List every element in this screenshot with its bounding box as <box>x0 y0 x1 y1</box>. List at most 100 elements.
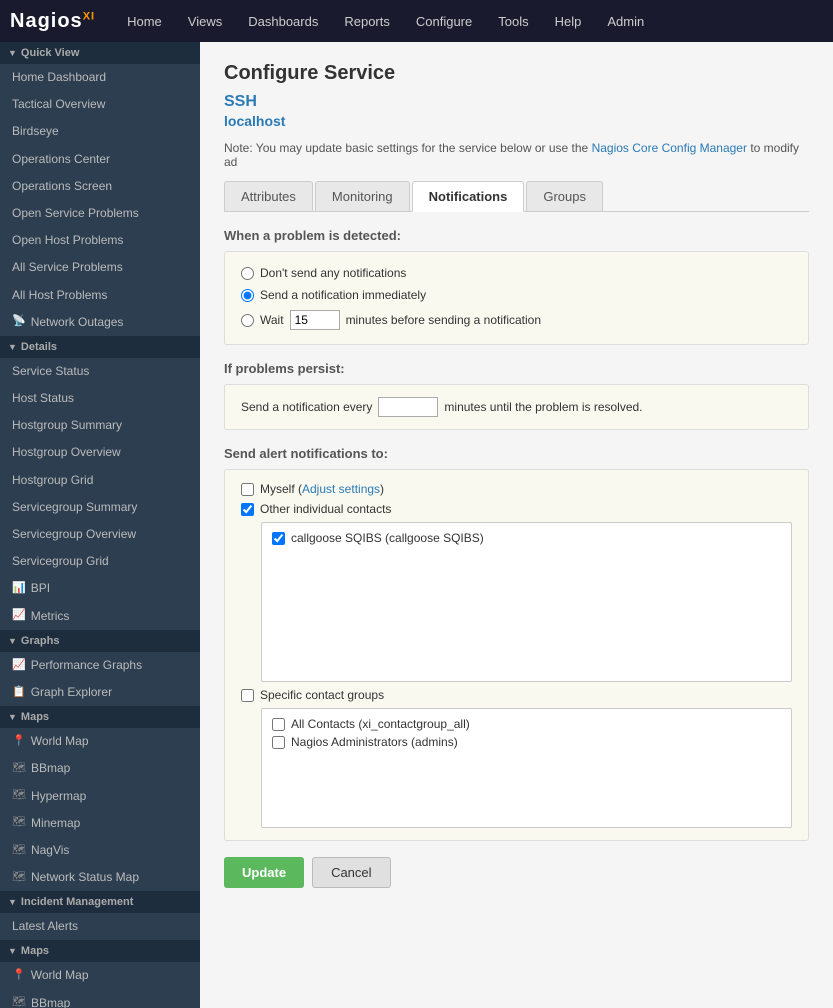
sidebar-item-metrics[interactable]: 📈Metrics <box>0 603 200 630</box>
maps2-section[interactable]: ▼ Maps <box>0 940 200 962</box>
sidebar-label: Host Status <box>12 389 74 408</box>
maps2-arrow: ▼ <box>8 946 17 956</box>
sidebar-item-hostgroup-summary[interactable]: Hostgroup Summary <box>0 412 200 439</box>
config-manager-link[interactable]: Nagios Core Config Manager <box>592 141 747 155</box>
adjust-settings-link[interactable]: Adjust settings <box>302 482 380 496</box>
sidebar-item-servicegroup-grid[interactable]: Servicegroup Grid <box>0 548 200 575</box>
sidebar-label: Network Outages <box>31 313 124 332</box>
tabs: Attributes Monitoring Notifications Grou… <box>224 181 809 212</box>
radio-dont-send[interactable] <box>241 267 254 280</box>
sidebar-item-network-outages[interactable]: 📡 Network Outages <box>0 309 200 336</box>
cancel-button[interactable]: Cancel <box>312 857 390 888</box>
sidebar-label: Servicegroup Grid <box>12 552 109 571</box>
top-navigation: NagiosXI Home Views Dashboards Reports C… <box>0 0 833 42</box>
sidebar-item-bpi[interactable]: 📊BPI <box>0 575 200 602</box>
sidebar-label: Home Dashboard <box>12 68 106 87</box>
sidebar-label: World Map <box>31 732 89 751</box>
sidebar-item-all-service[interactable]: All Service Problems <box>0 254 200 281</box>
specific-groups-label: Specific contact groups <box>260 688 384 702</box>
checkbox-nagios-admins[interactable] <box>272 736 285 749</box>
nav-reports[interactable]: Reports <box>332 8 402 35</box>
checkbox-all-contacts[interactable] <box>272 718 285 731</box>
radio-wait[interactable] <box>241 314 254 327</box>
radio-row-dont-send: Don't send any notifications <box>241 266 792 280</box>
nav-admin[interactable]: Admin <box>595 8 656 35</box>
problem-section-label: When a problem is detected: <box>224 228 809 243</box>
nav-configure[interactable]: Configure <box>404 8 484 35</box>
checkbox-callgoose[interactable] <box>272 532 285 545</box>
sidebar-item-tactical-overview[interactable]: Tactical Overview <box>0 91 200 118</box>
logo-text: Nagios <box>10 10 83 32</box>
network-outages-icon: 📡 <box>12 313 26 331</box>
sidebar-item-birdseye[interactable]: Birdseye <box>0 118 200 145</box>
nagvis-icon: 🗺 <box>12 842 26 860</box>
sidebar-item-network-status-map[interactable]: 🗺Network Status Map <box>0 864 200 891</box>
sidebar-item-host-status[interactable]: Host Status <box>0 385 200 412</box>
sidebar-item-operations-screen[interactable]: Operations Screen <box>0 173 200 200</box>
sidebar-item-open-service[interactable]: Open Service Problems <box>0 200 200 227</box>
host-name: localhost <box>224 113 809 129</box>
main-content: Configure Service SSH localhost Note: Yo… <box>200 42 833 1008</box>
sidebar-label: BBmap <box>31 759 70 778</box>
graph-explorer-icon: 📋 <box>12 684 26 702</box>
persist-minutes-input[interactable] <box>378 397 438 417</box>
myself-suffix: ) <box>380 482 384 496</box>
sidebar-label: Birdseye <box>12 122 59 141</box>
maps-arrow: ▼ <box>8 712 17 722</box>
sidebar-label: Operations Screen <box>12 177 112 196</box>
nav-tools[interactable]: Tools <box>486 8 540 35</box>
details-section[interactable]: ▼ Details <box>0 336 200 358</box>
sidebar-item-bbmap2[interactable]: 🗺BBmap <box>0 990 200 1008</box>
sidebar-item-servicegroup-summary[interactable]: Servicegroup Summary <box>0 494 200 521</box>
maps-section[interactable]: ▼ Maps <box>0 706 200 728</box>
radio-row-wait: Wait minutes before sending a notificati… <box>241 310 792 330</box>
nav-home[interactable]: Home <box>115 8 174 35</box>
sidebar-item-servicegroup-overview[interactable]: Servicegroup Overview <box>0 521 200 548</box>
radio-immediately-label: Send a notification immediately <box>260 288 426 302</box>
sidebar-item-minemap[interactable]: 🗺Minemap <box>0 810 200 837</box>
sidebar-label: Network Status Map <box>31 868 139 887</box>
wait-minutes-input[interactable] <box>290 310 340 330</box>
quickview-section[interactable]: ▼ Quick View <box>0 42 200 64</box>
tab-monitoring[interactable]: Monitoring <box>315 181 410 211</box>
nav-dashboards[interactable]: Dashboards <box>236 8 330 35</box>
sidebar-label: Servicegroup Overview <box>12 525 136 544</box>
checkbox-other-contacts[interactable] <box>241 503 254 516</box>
sidebar-item-graph-explorer[interactable]: 📋Graph Explorer <box>0 679 200 706</box>
checkbox-row-groups: Specific contact groups <box>241 688 792 702</box>
sidebar-item-operations-center[interactable]: Operations Center <box>0 146 200 173</box>
sidebar-item-world-map2[interactable]: 📍World Map <box>0 962 200 989</box>
sidebar-item-hostgroup-grid[interactable]: Hostgroup Grid <box>0 467 200 494</box>
sidebar-label: BBmap <box>31 994 70 1008</box>
sidebar-item-world-map[interactable]: 📍 World Map <box>0 728 200 755</box>
sidebar-item-all-host[interactable]: All Host Problems <box>0 282 200 309</box>
tab-notifications[interactable]: Notifications <box>412 181 525 212</box>
myself-text: Myself ( <box>260 482 302 496</box>
radio-immediately[interactable] <box>241 289 254 302</box>
sidebar-item-nagvis[interactable]: 🗺NagVis <box>0 837 200 864</box>
maps2-label: Maps <box>21 945 49 957</box>
checkbox-myself[interactable] <box>241 483 254 496</box>
sidebar-label: Performance Graphs <box>31 656 142 675</box>
tab-groups[interactable]: Groups <box>526 181 603 211</box>
problem-detected-card: Don't send any notifications Send a noti… <box>224 251 809 345</box>
nav-help[interactable]: Help <box>543 8 594 35</box>
checkbox-specific-groups[interactable] <box>241 689 254 702</box>
sidebar-item-hostgroup-overview[interactable]: Hostgroup Overview <box>0 439 200 466</box>
update-button[interactable]: Update <box>224 857 304 888</box>
sidebar-item-latest-alerts[interactable]: Latest Alerts <box>0 913 200 940</box>
sidebar-item-home-dashboard[interactable]: Home Dashboard <box>0 64 200 91</box>
incident-arrow: ▼ <box>8 897 17 907</box>
world-map-icon: 📍 <box>12 733 26 751</box>
sidebar-item-performance-graphs[interactable]: 📈Performance Graphs <box>0 652 200 679</box>
sidebar-item-bbmap[interactable]: 🗺BBmap <box>0 755 200 782</box>
sidebar-item-service-status[interactable]: Service Status <box>0 358 200 385</box>
sidebar-item-hypermap[interactable]: 🗺Hypermap <box>0 783 200 810</box>
sidebar-label: All Host Problems <box>12 286 107 305</box>
sidebar-label: All Service Problems <box>12 258 123 277</box>
incident-section[interactable]: ▼ Incident Management <box>0 891 200 913</box>
nav-views[interactable]: Views <box>176 8 234 35</box>
graphs-section[interactable]: ▼ Graphs <box>0 630 200 652</box>
sidebar-item-open-host[interactable]: Open Host Problems <box>0 227 200 254</box>
tab-attributes[interactable]: Attributes <box>224 181 313 211</box>
